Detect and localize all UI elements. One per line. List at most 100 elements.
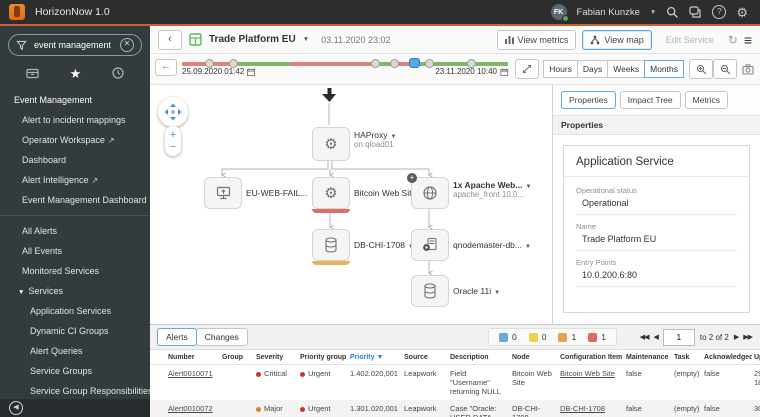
node-db-chi-1708[interactable]: [312, 229, 350, 265]
record-link[interactable]: Alert0010072: [168, 404, 213, 413]
column-header-group[interactable]: Group: [220, 350, 254, 365]
node-db-chi-1708-label[interactable]: DB-CHI-1708▼: [354, 240, 414, 250]
clear-search-icon[interactable]: ✕: [120, 38, 134, 52]
calendar-icon[interactable]: [247, 68, 256, 76]
column-header-priority[interactable]: Priority ▼: [348, 350, 402, 365]
record-link[interactable]: DB-CHI-1708: [560, 404, 605, 413]
range-button[interactable]: Months: [644, 60, 684, 78]
tab-alerts[interactable]: Alerts: [157, 328, 197, 346]
node-oracle-11i-label[interactable]: Oracle 11i ▼: [453, 286, 500, 296]
map-zoom-in-button[interactable]: +: [170, 129, 176, 141]
fit-timeline-icon[interactable]: [515, 59, 540, 79]
timeline-back-button[interactable]: ←: [155, 59, 177, 76]
sidebar-item-event-management[interactable]: Event Management: [0, 90, 150, 110]
map-zoom-out-button[interactable]: −: [170, 141, 176, 153]
first-page-icon[interactable]: ◀◀: [640, 333, 650, 341]
all-applications-icon[interactable]: [25, 67, 39, 79]
sidebar-item-alert-intelligence[interactable]: Alert Intelligence ↗: [0, 170, 150, 190]
column-header-acknowledged[interactable]: Acknowledged: [702, 350, 752, 365]
service-name[interactable]: Trade Platform EU: [209, 34, 296, 45]
user-menu-caret-icon[interactable]: ▼: [650, 9, 656, 16]
node-caret-icon[interactable]: ▼: [525, 244, 531, 250]
menu-hamburger-icon[interactable]: ≡: [744, 32, 752, 48]
node-qnodemaster-db-label[interactable]: qnodemaster-db... ▼: [453, 240, 531, 250]
sidebar-item-service-group-responsibilities[interactable]: Service Group Responsibilities: [0, 381, 150, 401]
snapshot-icon[interactable]: [742, 63, 754, 75]
range-button[interactable]: Days: [576, 60, 609, 78]
collapse-sidebar-icon[interactable]: ◀: [9, 401, 23, 415]
column-header-node[interactable]: Node: [510, 350, 558, 365]
sidebar-item-services[interactable]: ▼ Services: [0, 281, 150, 301]
sidebar-item-dynamic-ci-groups[interactable]: Dynamic CI Groups: [0, 321, 150, 341]
node-caret-icon[interactable]: ▼: [494, 290, 500, 296]
node-apache-web[interactable]: +: [407, 173, 449, 209]
tab-impact-tree[interactable]: Impact Tree: [619, 91, 681, 109]
edit-service-button[interactable]: Edit Service: [658, 30, 722, 50]
column-header-maintenance[interactable]: Maintenance: [624, 350, 672, 365]
zoom-in-icon[interactable]: [689, 59, 713, 79]
range-button[interactable]: Weeks: [607, 60, 646, 78]
timeline-marker-selected[interactable]: [409, 58, 421, 68]
conversations-icon[interactable]: [689, 5, 702, 19]
sidebar-item-service-groups[interactable]: Service Groups: [0, 361, 150, 381]
service-map-canvas[interactable]: + − ⚙ HAProxy ▼ on qload01 EU-WEB-FAIL...…: [150, 85, 552, 324]
cell-number[interactable]: Alert0010072: [166, 400, 220, 417]
cell-number[interactable]: Alert0010071: [166, 365, 220, 401]
severity-badge[interactable]: 1: [588, 332, 606, 342]
next-page-icon[interactable]: ▶: [734, 333, 739, 341]
map-pan-control[interactable]: [158, 97, 188, 127]
timeline-marker[interactable]: [371, 59, 381, 68]
view-map-button[interactable]: View map: [582, 29, 652, 50]
timeline-forward-icon[interactable]: →: [500, 64, 510, 75]
node-oracle-11i[interactable]: [411, 275, 449, 307]
timeline-marker[interactable]: [390, 59, 400, 68]
help-icon[interactable]: ?: [712, 5, 727, 19]
node-caret-icon[interactable]: ▼: [525, 184, 531, 190]
timeline-track[interactable]: [182, 58, 508, 68]
user-name[interactable]: Fabian Kunzke: [577, 7, 640, 18]
sidebar-item-alert-queries[interactable]: Alert Queries: [0, 341, 150, 361]
prev-page-icon[interactable]: ◀: [654, 333, 659, 341]
favorites-star-icon[interactable]: ★: [70, 67, 82, 80]
expand-cluster-badge[interactable]: +: [407, 173, 417, 183]
settings-gear-icon[interactable]: ⚙: [736, 6, 748, 19]
sidebar-item-monitored-services[interactable]: Monitored Services: [0, 261, 150, 281]
alert-row[interactable]: Alert0010072 Major Urgent 1.301.020,001 Leap…: [150, 400, 760, 417]
severity-badge[interactable]: 0: [528, 332, 546, 342]
node-bitcoin-web-site[interactable]: ⚙: [312, 177, 350, 213]
last-page-icon[interactable]: ▶▶: [743, 333, 753, 341]
sidebar-item-event-management-dashboard[interactable]: Event Management Dashboard: [0, 190, 150, 210]
sidebar-search[interactable]: ✕: [8, 34, 142, 56]
severity-badge[interactable]: 1: [558, 332, 576, 342]
column-header-number[interactable]: Number: [166, 350, 220, 365]
history-clock-icon[interactable]: [112, 67, 125, 79]
column-header-description[interactable]: Description: [448, 350, 510, 365]
node-eu-web-fail-label[interactable]: EU-WEB-FAIL...▼: [246, 188, 316, 198]
sidebar-search-input[interactable]: [32, 39, 115, 51]
sidebar-item-alert-to-incident-mappings[interactable]: Alert to incident mappings: [0, 110, 150, 130]
sidebar-item-all-events[interactable]: All Events: [0, 241, 150, 261]
page-number-input[interactable]: [662, 328, 695, 346]
sidebar-item-operator-workspace[interactable]: Operator Workspace ↗: [0, 130, 150, 150]
node-qnodemaster-db[interactable]: [411, 229, 449, 261]
record-link[interactable]: Alert0010071: [168, 369, 213, 378]
service-caret-icon[interactable]: ▼: [303, 36, 309, 43]
record-link[interactable]: Bitcoin Web Site: [560, 369, 615, 378]
range-button[interactable]: Hours: [543, 60, 578, 78]
avatar[interactable]: FK: [550, 4, 569, 22]
node-apache-web-label[interactable]: 1x Apache Web... ▼ apache_front 10.0...: [453, 180, 531, 199]
tab-properties[interactable]: Properties: [561, 91, 616, 109]
column-header-source[interactable]: Source: [402, 350, 448, 365]
column-header-priority_group[interactable]: Priority group: [298, 350, 348, 365]
tab-metrics[interactable]: Metrics: [684, 91, 729, 109]
alert-row[interactable]: Alert0010071 Critical Urgent 1.402.020,001 L…: [150, 365, 760, 401]
view-metrics-button[interactable]: View metrics: [496, 29, 577, 50]
app-logo-icon[interactable]: [9, 4, 25, 20]
timeline-marker[interactable]: [425, 59, 435, 68]
severity-badge[interactable]: 0: [499, 332, 517, 342]
column-header-task[interactable]: Task: [672, 350, 702, 365]
sidebar-item-dashboard[interactable]: Dashboard: [0, 150, 150, 170]
sidebar-item-all-alerts[interactable]: All Alerts: [0, 221, 150, 241]
tab-changes[interactable]: Changes: [195, 328, 248, 346]
node-haproxy-label[interactable]: HAProxy ▼ on qload01: [354, 130, 397, 149]
